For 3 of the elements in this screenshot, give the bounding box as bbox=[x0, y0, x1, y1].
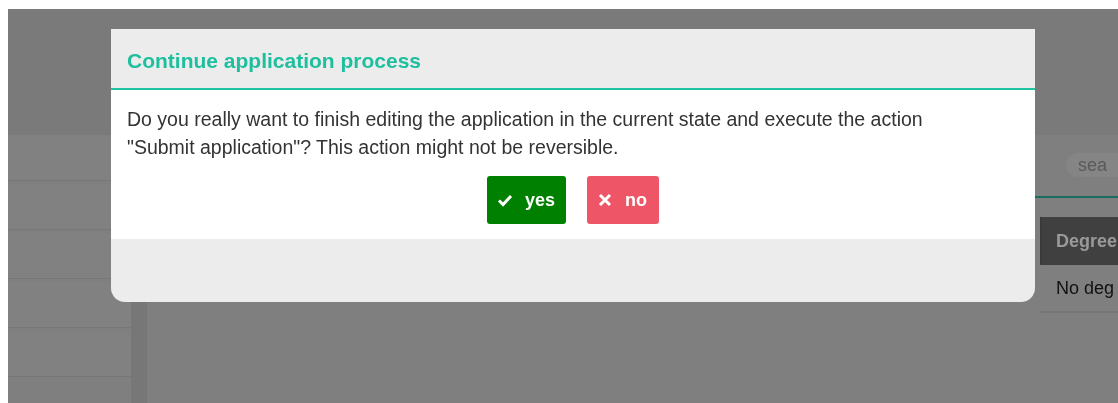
dialog-title: Continue application process bbox=[127, 48, 422, 73]
dialog-message: Do you really want to finish editing the application in the current state and execute the action "Submit application"? This action might not be reversible. bbox=[127, 107, 924, 160]
table-cell: No deg bbox=[1040, 265, 1118, 313]
